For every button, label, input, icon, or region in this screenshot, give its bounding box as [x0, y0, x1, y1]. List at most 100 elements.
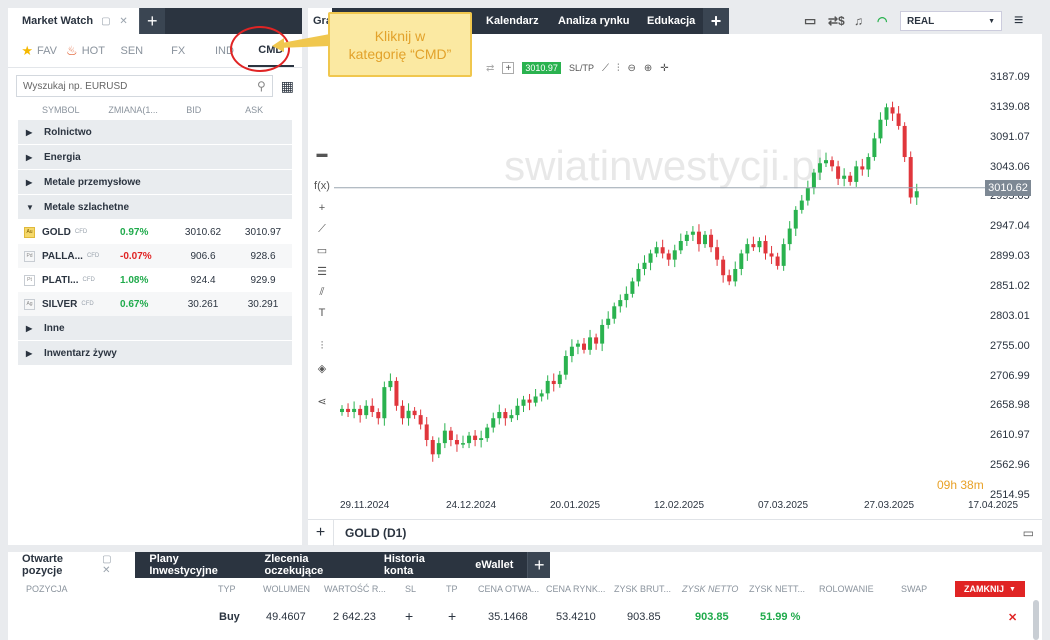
tab-investment-plans[interactable]: Plany Inwestycyjne — [135, 552, 250, 578]
window-controls-icon[interactable]: ▢ ✕ — [101, 16, 131, 27]
col-ask: ASK — [245, 105, 264, 115]
instrument-bid[interactable]: 30.261 — [172, 299, 234, 310]
chart-footer: + GOLD (D1) ▭ — [308, 519, 1042, 546]
positions-column-header[interactable]: ZYSK NETT... — [749, 584, 805, 594]
tab-account-history[interactable]: Historia konta — [370, 552, 461, 578]
bell-icon[interactable]: ♫ — [854, 8, 863, 34]
fullscreen-icon[interactable]: ▭ — [1023, 526, 1034, 540]
instrument-symbol: PLATI... — [42, 274, 79, 286]
sl-add-button[interactable]: + — [405, 608, 413, 624]
grid-view-icon[interactable]: ▦ — [281, 78, 294, 95]
candlestick-chart[interactable]: swiatinwestycji.pl — [334, 62, 986, 512]
col-bid: BID — [186, 105, 202, 115]
add-tab-button[interactable]: + — [138, 8, 165, 34]
add-chart-tab-button[interactable]: + — [703, 8, 729, 34]
candle — [352, 408, 357, 413]
candle — [612, 306, 617, 319]
instrument-ask[interactable]: 929.9 — [234, 275, 292, 286]
positions-column-header[interactable]: WARTOŚĆ R... — [324, 584, 386, 594]
instrument-row[interactable]: Pd PALLA... CFD -0.07% 906.6 928.6 — [18, 244, 292, 268]
candle — [751, 244, 756, 248]
group-row[interactable]: ▶ Inwentarz żywy — [18, 341, 292, 365]
group-row[interactable]: ▶ Metale przemysłowe — [18, 170, 292, 194]
y-tick-label: 2803.01 — [990, 309, 1030, 322]
positions-column-header[interactable]: CENA OTWA... — [478, 584, 539, 594]
positions-column-header[interactable]: ROLOWANIE — [819, 584, 874, 594]
chevron-down-icon: ▼ — [1009, 585, 1016, 593]
category-tab-hot[interactable]: ♨ HOT — [62, 34, 108, 67]
pitchfork-tool-icon[interactable]: ⫽ — [314, 286, 330, 299]
instrument-row[interactable]: Ag SILVER CFD 0.67% 30.261 30.291 — [18, 292, 292, 316]
line-tool-icon[interactable]: ⟋ — [314, 223, 330, 236]
instrument-ask[interactable]: 928.6 — [234, 251, 292, 262]
instrument-ask[interactable]: 30.291 — [234, 299, 292, 310]
layout-icon[interactable]: ▭ — [804, 8, 816, 34]
instrument-ask[interactable]: 3010.97 — [234, 227, 292, 238]
tab-calendar[interactable]: Kalendarz — [486, 8, 539, 34]
share-icon[interactable]: ⋖ — [314, 395, 330, 408]
positions-column-header[interactable]: TP — [446, 584, 458, 594]
positions-column-header[interactable]: CENA RYNK... — [546, 584, 605, 594]
rectangle-tool-icon[interactable]: ▭ — [314, 244, 330, 257]
candle — [358, 408, 363, 416]
close-position-icon[interactable]: ✕ — [1008, 611, 1017, 624]
instrument-row[interactable]: Pt PLATI... CFD 1.08% 924.4 929.9 — [18, 268, 292, 292]
screen-icon[interactable]: ▬ — [314, 148, 330, 160]
instrument-bid[interactable]: 906.6 — [172, 251, 234, 262]
candle — [678, 240, 683, 251]
category-tab-fav[interactable]: ★ FAV — [16, 34, 62, 67]
search-input[interactable]: Wyszukaj np. EURUSD ⚲ — [16, 75, 273, 97]
category-tab-sen[interactable]: SEN — [109, 34, 155, 67]
instrument-symbol-cell: PLATI... CFD — [42, 275, 120, 286]
positions-column-header[interactable]: SWAP — [901, 584, 927, 594]
menu-icon[interactable]: ≡ — [1014, 8, 1023, 34]
position-value: 2 642.23 — [333, 611, 376, 623]
instrument-change: 1.08% — [120, 274, 149, 286]
add-chart-button[interactable]: + — [308, 519, 334, 546]
candle — [461, 443, 465, 445]
category-label: FX — [171, 44, 186, 57]
fib-tool-icon[interactable]: ☰ — [314, 265, 330, 278]
tab-label: Zlecenia oczekujące — [264, 553, 324, 577]
currency-switch-icon[interactable]: ⇄$ — [828, 8, 845, 34]
tp-add-button[interactable]: + — [448, 608, 456, 624]
group-row[interactable]: ▶ Energia — [18, 145, 292, 169]
add-tab-button[interactable]: + — [527, 552, 550, 578]
category-tab-fx[interactable]: FX — [155, 34, 201, 67]
instrument-bid[interactable]: 3010.62 — [172, 227, 234, 238]
positions-column-header[interactable]: POZYCJA — [26, 584, 68, 594]
positions-column-header[interactable]: ZYSK NETTO — [682, 584, 738, 594]
market-watch-panel: Market Watch ▢ ✕ + ★ FAV ♨ HOT SEN FX IND CMD W… — [8, 8, 302, 545]
tab-education[interactable]: Edukacja — [647, 8, 695, 34]
tab-ewallet[interactable]: eWallet — [461, 552, 527, 578]
layers-icon[interactable]: ◈ — [314, 362, 330, 375]
indicators-icon[interactable]: ⫶ — [314, 340, 330, 353]
instrument-bid[interactable]: 924.4 — [172, 275, 234, 286]
positions-column-header[interactable]: WOLUMEN — [263, 584, 310, 594]
text-tool-icon[interactable]: T — [314, 307, 330, 319]
candle — [769, 253, 774, 257]
tab-analysis[interactable]: Analiza rynku — [558, 8, 630, 34]
positions-column-header[interactable]: ZYSK BRUT... — [614, 584, 671, 594]
open-positions-tab[interactable]: Otwarte pozycje ▢ ✕ — [8, 552, 136, 578]
positions-column-header[interactable]: SL — [405, 584, 416, 594]
wifi-icon: ◠ — [877, 14, 888, 28]
instrument-row[interactable]: Au GOLD CFD 0.97% 3010.62 3010.97 — [18, 220, 292, 244]
market-watch-tab[interactable]: Market Watch ▢ ✕ — [8, 8, 139, 34]
account-select[interactable]: REAL ▼ — [900, 8, 1002, 34]
y-tick-label: 2562.96 — [990, 459, 1030, 472]
function-icon[interactable]: f(x) — [314, 180, 330, 192]
crosshair-tool-icon[interactable]: + — [314, 202, 330, 214]
group-label: Inwentarz żywy — [44, 347, 117, 359]
window-controls-icon[interactable]: ▢ ✕ — [102, 554, 127, 576]
tab-pending-orders[interactable]: Zlecenia oczekujące — [251, 552, 370, 578]
candle — [775, 256, 780, 266]
position-net-profit: 903.85 — [695, 611, 729, 623]
group-row[interactable]: ▶ Rolnictwo — [18, 120, 292, 144]
scrollbar[interactable] — [1033, 600, 1039, 640]
close-all-button[interactable]: ZAMKNIJ ▼ — [955, 581, 1025, 597]
group-row[interactable]: ▶ Inne — [18, 316, 292, 340]
positions-column-header[interactable]: TYP — [218, 584, 236, 594]
candle — [896, 113, 901, 126]
group-open[interactable]: ▼ Metale szlachetne — [18, 195, 292, 219]
